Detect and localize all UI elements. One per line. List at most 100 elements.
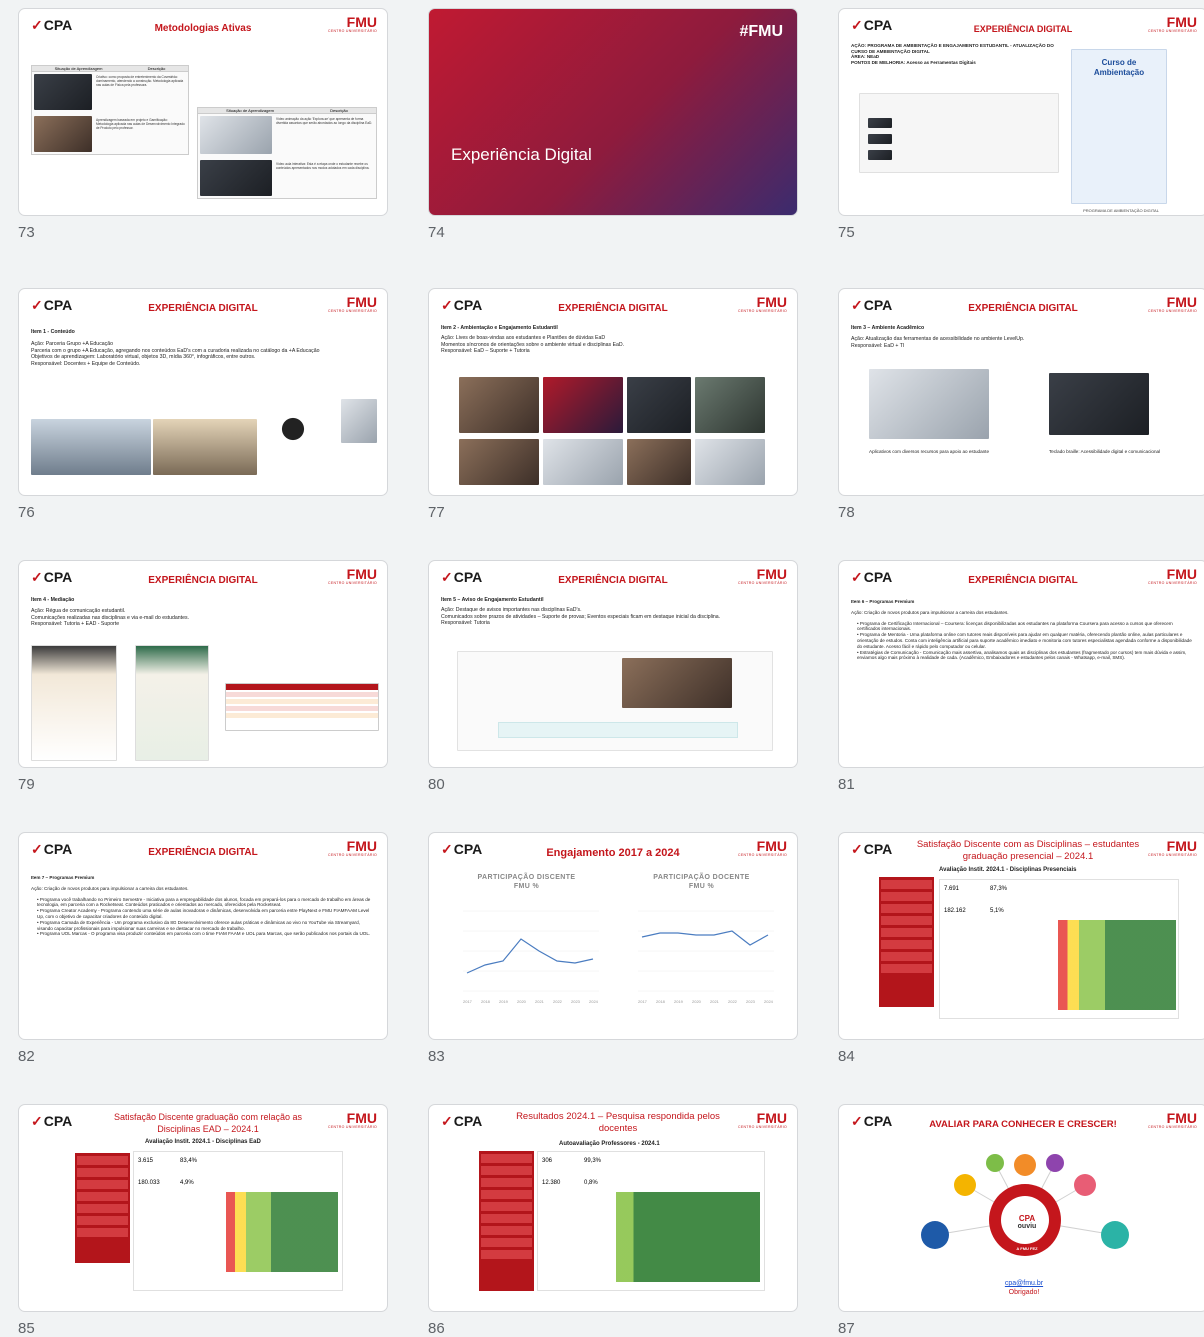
- accessibility-app-screenshot: [869, 369, 989, 439]
- fmu-logo: FMU CENTRO UNIVERSITÁRIO: [1148, 294, 1197, 313]
- cpa-logo: ✓CPA: [851, 841, 893, 857]
- document-icon: [1014, 1154, 1036, 1176]
- cpa-logo: ✓CPA: [441, 569, 483, 585]
- pencil-icon: [954, 1174, 976, 1196]
- live-photo-2: [627, 377, 691, 433]
- svg-text:2023: 2023: [571, 999, 581, 1004]
- slide-thumbnail-74[interactable]: #FMU Experiência Digital 74: [428, 8, 798, 241]
- slide-title: Engajamento 2017 a 2024: [546, 847, 680, 859]
- slide-number: 76: [18, 504, 35, 521]
- fmu-logo: FMU CENTRO UNIVERSITÁRIO: [328, 294, 377, 313]
- slide-title: EXPERIÊNCIA DIGITAL: [148, 303, 258, 314]
- fmu-hashtag: #FMU: [739, 23, 783, 40]
- fmu-logo: FMU CENTRO UNIVERSITÁRIO: [328, 14, 377, 33]
- svg-text:2022: 2022: [553, 999, 563, 1004]
- cpa-logo: ✓CPA: [31, 17, 73, 33]
- svg-text:2023: 2023: [746, 999, 756, 1004]
- slide-preview: ✓CPA Engajamento 2017 a 2024 FMU CENTRO U…: [428, 832, 798, 1040]
- slide-preview: ✓CPA EXPERIÊNCIA DIGITAL FMU CENTRO UNIVE…: [838, 560, 1204, 768]
- slide-thumbnail-81[interactable]: ✓CPA EXPERIÊNCIA DIGITAL FMU CENTRO UNIVE…: [838, 560, 1204, 793]
- slide-thumbnail-73[interactable]: ✓CPA Metodologias Ativas FMU CENTRO UNIVE…: [18, 8, 388, 241]
- slide-thumbnail-85[interactable]: ✓CPA Satisfação Discente graduação com r…: [18, 1104, 388, 1337]
- teacher-participation-chart: PARTICIPAÇÃO DOCENTE FMU % 2017 2018 2019 20…: [624, 873, 779, 1023]
- slide-preview: ✓CPA EXPERIÊNCIA DIGITAL FMU CENTRO UNIVE…: [18, 288, 388, 496]
- slide-thumbnail-86[interactable]: ✓CPA Resultados 2024.1 – Pesquisa respon…: [428, 1104, 798, 1337]
- video-thumbnail: [200, 116, 272, 154]
- slide-thumbnail-78[interactable]: ✓CPA EXPERIÊNCIA DIGITAL FMU CENTRO UNIVE…: [838, 288, 1204, 521]
- teacher-line-chart: 2017 2018 2019 2020 2021 2022 2023 2024: [638, 910, 774, 1004]
- course-page-screenshot: [457, 651, 773, 751]
- slide-thumbnail-75[interactable]: ✓CPA EXPERIÊNCIA DIGITAL FMU CENTRO UNIVE…: [838, 8, 1204, 241]
- slide-thumbnail-79[interactable]: ✓CPA EXPERIÊNCIA DIGITAL FMU CENTRO UNIVE…: [18, 560, 388, 793]
- slide-preview: ✓CPA AVALIAR PARA CONHECER E CRESCER! FM…: [838, 1104, 1204, 1312]
- slide-number: 85: [18, 1320, 35, 1337]
- svg-text:2020: 2020: [517, 999, 527, 1004]
- svg-text:2024: 2024: [589, 999, 599, 1004]
- live-photo-6: [627, 439, 691, 485]
- slide-title: AVALIAR PARA CONHECER E CRESCER!: [929, 1119, 1117, 1130]
- svg-text:2021: 2021: [710, 999, 720, 1004]
- slide-thumbnail-80[interactable]: ✓CPA EXPERIÊNCIA DIGITAL FMU CENTRO UNIVE…: [428, 560, 798, 793]
- fmu-logo: FMU CENTRO UNIVERSITÁRIO: [1148, 566, 1197, 585]
- slide-number: 73: [18, 224, 35, 241]
- cpa-logo: ✓CPA: [31, 841, 73, 857]
- slide-thumbnail-84[interactable]: ✓CPA Satisfação Discente com as Discipli…: [838, 832, 1204, 1065]
- svg-text:2018: 2018: [481, 999, 491, 1004]
- email-communication-1: [31, 645, 117, 761]
- methods-table-left: Situação de Aprendizagem Descrição Criati…: [31, 65, 189, 155]
- slide-preview: ✓CPA EXPERIÊNCIA DIGITAL FMU CENTRO UNIVE…: [838, 8, 1204, 216]
- dashboard-sidebar: [879, 877, 934, 1007]
- slide-thumbnail-82[interactable]: ✓CPA EXPERIÊNCIA DIGITAL FMU CENTRO UNIVE…: [18, 832, 388, 1065]
- slide-number: 87: [838, 1320, 855, 1337]
- slide-title: EXPERIÊNCIA DIGITAL: [558, 575, 668, 586]
- cpa-logo: ✓CPA: [31, 1113, 73, 1129]
- fmu-logo: FMU CENTRO UNIVERSITÁRIO: [738, 294, 787, 313]
- slide-title: EXPERIÊNCIA DIGITAL: [968, 303, 1078, 314]
- communication-table: [225, 683, 379, 731]
- cover-title: Experiência Digital: [451, 145, 592, 164]
- slide-title: EXPERIÊNCIA DIGITAL: [973, 24, 1073, 34]
- slide-number: 77: [428, 504, 445, 521]
- live-photo-7: [695, 439, 765, 485]
- dashboard-sidebar: [479, 1151, 534, 1291]
- svg-text:2019: 2019: [499, 999, 509, 1004]
- lab-photo: [31, 419, 151, 475]
- slide-number: 80: [428, 776, 445, 793]
- slide-preview: ✓CPA Metodologias Ativas FMU CENTRO UNIVE…: [18, 8, 388, 216]
- slide-title: Satisfação Discente graduação com relaçã…: [113, 1112, 303, 1134]
- slide-number: 75: [838, 224, 855, 241]
- course-poster: Curso de Ambientação: [1071, 49, 1167, 204]
- slide-preview: ✓CPA Resultados 2024.1 – Pesquisa respon…: [428, 1104, 798, 1312]
- fmu-logo: FMU CENTRO UNIVERSITÁRIO: [1148, 1110, 1197, 1129]
- svg-text:2022: 2022: [728, 999, 738, 1004]
- cpa-logo: ✓CPA: [31, 297, 73, 313]
- slide-number: 84: [838, 1048, 855, 1065]
- slide-number: 82: [18, 1048, 35, 1065]
- slide-title: Resultados 2024.1 – Pesquisa respondida …: [516, 1111, 720, 1134]
- contact-email-link[interactable]: cpa@fmu.br: [969, 1279, 1079, 1288]
- cpa-network-illustration: [921, 1154, 1129, 1256]
- slide-thumbnail-83[interactable]: ✓CPA Engajamento 2017 a 2024 FMU CENTRO U…: [428, 832, 798, 1065]
- fmu-logo: FMU CENTRO UNIVERSITÁRIO: [738, 838, 787, 857]
- projection-photo: [34, 116, 92, 152]
- svg-text:2020: 2020: [692, 999, 702, 1004]
- slide-thumbnail-87[interactable]: ✓CPA AVALIAR PARA CONHECER E CRESCER! FM…: [838, 1104, 1204, 1337]
- slide-thumbnail-77[interactable]: ✓CPA EXPERIÊNCIA DIGITAL FMU CENTRO UNIVE…: [428, 288, 798, 521]
- slide-title: EXPERIÊNCIA DIGITAL: [148, 847, 258, 858]
- fmu-logo: FMU CENTRO UNIVERSITÁRIO: [1148, 14, 1197, 33]
- bulb-icon: [986, 1154, 1004, 1172]
- slide-number: 81: [838, 776, 855, 793]
- slide-preview: ✓CPA EXPERIÊNCIA DIGITAL FMU CENTRO UNIVE…: [428, 288, 798, 496]
- user-icon: [921, 1221, 949, 1249]
- fmu-logo: FMU CENTRO UNIVERSITÁRIO: [738, 1110, 787, 1129]
- checklist-icon: [1074, 1174, 1096, 1196]
- chat-icon: [1101, 1221, 1129, 1249]
- dashboard-panel: 306 99,3% 12.380 0,8%: [537, 1151, 765, 1291]
- infographic-thumbnail: [341, 399, 377, 443]
- slide-number: 79: [18, 776, 35, 793]
- svg-text:2017: 2017: [638, 999, 648, 1004]
- slide-title: EXPERIÊNCIA DIGITAL: [558, 303, 668, 314]
- slide-thumbnail-76[interactable]: ✓CPA EXPERIÊNCIA DIGITAL FMU CENTRO UNIVE…: [18, 288, 388, 521]
- cpa-logo: ✓CPA: [441, 1113, 483, 1129]
- dashboard-panel: 3.615 83,4% 180.033 4,9%: [133, 1151, 343, 1291]
